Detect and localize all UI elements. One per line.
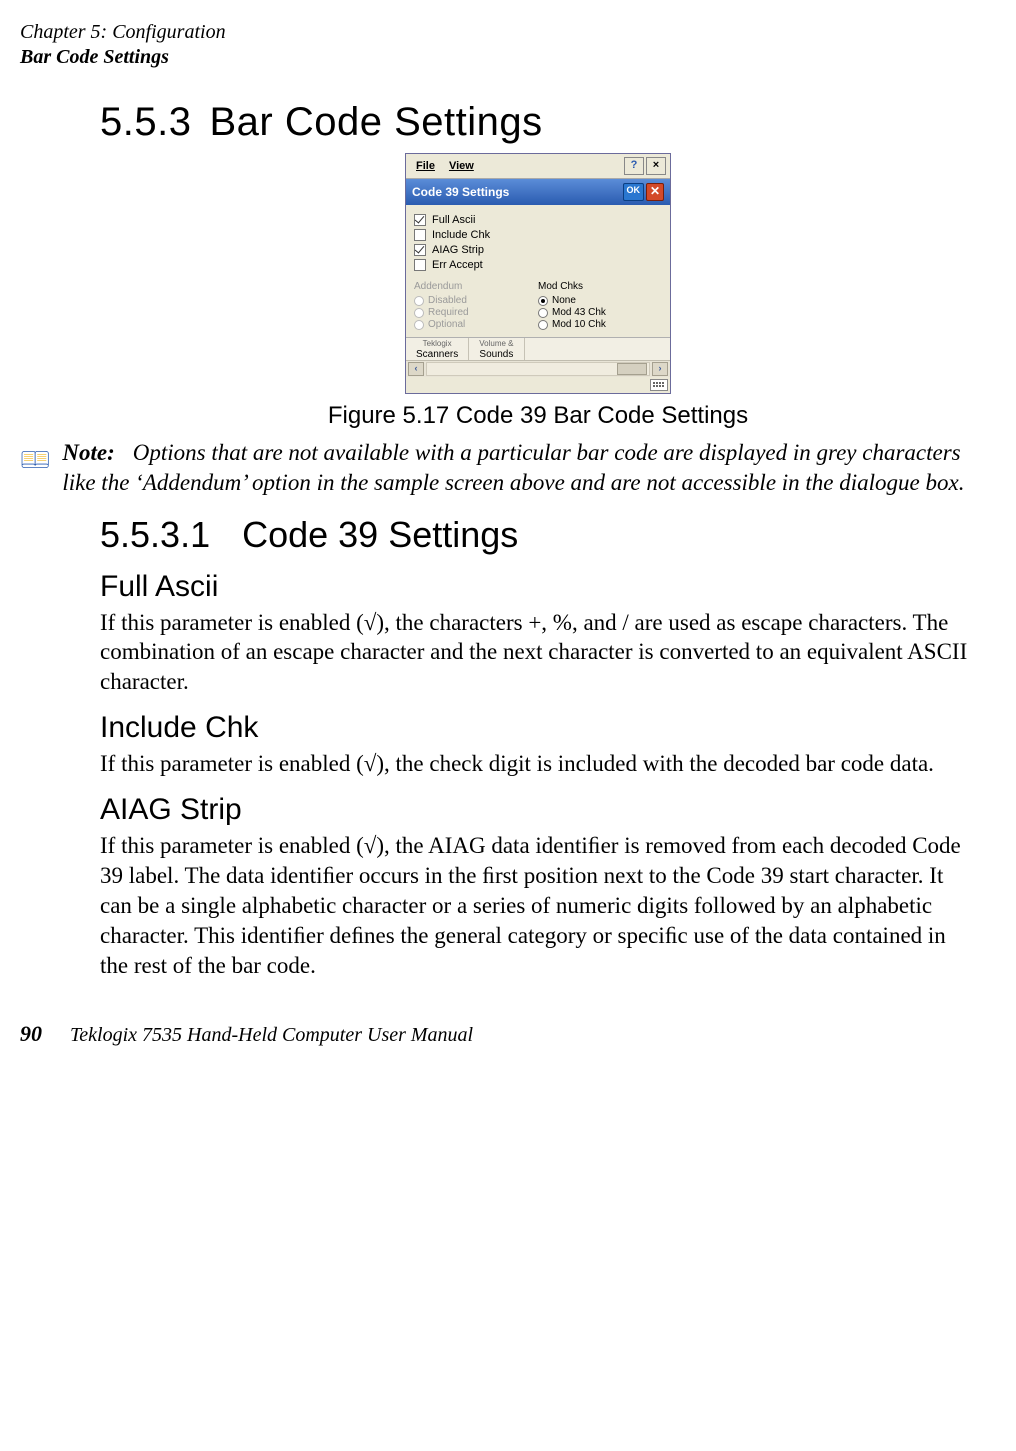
checkbox-icon[interactable] — [414, 259, 426, 271]
body-include-chk: If this parameter is enabled (√), the ch… — [100, 749, 976, 779]
ss-addendum-optional: Optional — [414, 319, 538, 330]
ss-addendum-group: Addendum Disabled Required Optional — [414, 281, 538, 331]
body-full-ascii: If this parameter is enabled (√), the ch… — [100, 608, 976, 698]
radio-icon — [414, 308, 424, 318]
ss-check-err-accept[interactable]: Err Accept — [414, 259, 662, 271]
ss-cancel-button[interactable]: ✕ — [646, 183, 664, 201]
note-text: Options that are not available with a pa… — [62, 440, 964, 495]
ss-menu-view[interactable]: View — [443, 160, 480, 172]
note-book-icon — [20, 438, 50, 480]
ss-modchks-10[interactable]: Mod 10 Chk — [538, 319, 662, 330]
page-header: Chapter 5: Configuration Bar Code Settin… — [20, 20, 976, 70]
heading-include-chk: Include Chk — [100, 711, 976, 745]
section-title: Bar Code Settings — [209, 100, 542, 144]
scroll-right-icon[interactable]: › — [652, 362, 668, 376]
ss-scrollbar[interactable]: ‹ › — [406, 360, 670, 377]
radio-icon[interactable] — [538, 308, 548, 318]
ss-addendum-title: Addendum — [414, 281, 538, 292]
ss-modchks-43[interactable]: Mod 43 Chk — [538, 307, 662, 318]
ss-check-label: Full Ascii — [432, 214, 475, 226]
note-label: Note: — [62, 440, 114, 465]
section-number: 5.5.3 — [100, 100, 191, 144]
header-chapter: Chapter 5: Configuration — [20, 20, 976, 45]
scroll-thumb[interactable] — [617, 363, 647, 375]
ss-check-label: Err Accept — [432, 259, 483, 271]
section-heading: 5.5.3 Bar Code Settings — [100, 100, 976, 145]
ss-addendum-required: Required — [414, 307, 538, 318]
checkbox-icon[interactable] — [414, 214, 426, 226]
body-aiag-strip: If this parameter is enabled (√), the AI… — [100, 831, 976, 980]
ss-check-aiag-strip[interactable]: AIAG Strip — [414, 244, 662, 256]
ss-bottom: Teklogix Scanners Volume & Sounds ‹ › — [406, 337, 670, 393]
heading-aiag-strip: AIAG Strip — [100, 793, 976, 827]
ss-menubar: File View ? × — [406, 154, 670, 179]
embedded-screenshot: File View ? × Code 39 Settings OK ✕ — [405, 153, 671, 394]
ss-menu-file[interactable]: File — [410, 160, 441, 172]
ss-check-label: Include Chk — [432, 229, 490, 241]
subsection-number: 5.5.3.1 — [100, 514, 210, 555]
page-footer: 90 Teklogix 7535 Hand-Held Computer User… — [20, 1021, 976, 1047]
checkbox-icon[interactable] — [414, 229, 426, 241]
ss-addendum-disabled: Disabled — [414, 295, 538, 306]
ss-ok-button[interactable]: OK — [623, 183, 645, 201]
keyboard-icon[interactable] — [650, 379, 668, 391]
ss-tab-scanners[interactable]: Teklogix Scanners — [406, 338, 469, 360]
ss-help-button[interactable]: ? — [624, 157, 644, 175]
radio-icon[interactable] — [538, 320, 548, 330]
ss-modchks-group: Mod Chks None Mod 43 Chk Mod 10 Chk — [538, 281, 662, 331]
heading-full-ascii: Full Ascii — [100, 570, 976, 604]
ss-body: Full Ascii Include Chk AIAG Strip Err Ac… — [406, 205, 670, 337]
ss-check-full-ascii[interactable]: Full Ascii — [414, 214, 662, 226]
scroll-track[interactable] — [426, 362, 650, 376]
header-section: Bar Code Settings — [20, 45, 976, 70]
ss-title: Code 39 Settings — [412, 185, 509, 199]
ss-tab-sounds[interactable]: Volume & Sounds — [469, 338, 524, 360]
ss-modchks-title: Mod Chks — [538, 281, 662, 292]
ss-check-label: AIAG Strip — [432, 244, 484, 256]
ss-close-button[interactable]: × — [646, 157, 666, 175]
figure-caption: Figure 5.17 Code 39 Bar Code Settings — [100, 402, 976, 430]
radio-icon — [414, 320, 424, 330]
ss-modchks-none[interactable]: None — [538, 295, 662, 306]
subsection-title: Code 39 Settings — [242, 514, 518, 555]
checkbox-icon[interactable] — [414, 244, 426, 256]
footer-text: Teklogix 7535 Hand-Held Computer User Ma… — [70, 1024, 473, 1047]
ss-titlebar: Code 39 Settings OK ✕ — [406, 179, 670, 205]
page-number: 90 — [20, 1021, 42, 1047]
scroll-left-icon[interactable]: ‹ — [408, 362, 424, 376]
ss-check-include-chk[interactable]: Include Chk — [414, 229, 662, 241]
subsection-heading: 5.5.3.1 Code 39 Settings — [100, 514, 976, 556]
radio-icon[interactable] — [538, 296, 548, 306]
radio-icon — [414, 296, 424, 306]
